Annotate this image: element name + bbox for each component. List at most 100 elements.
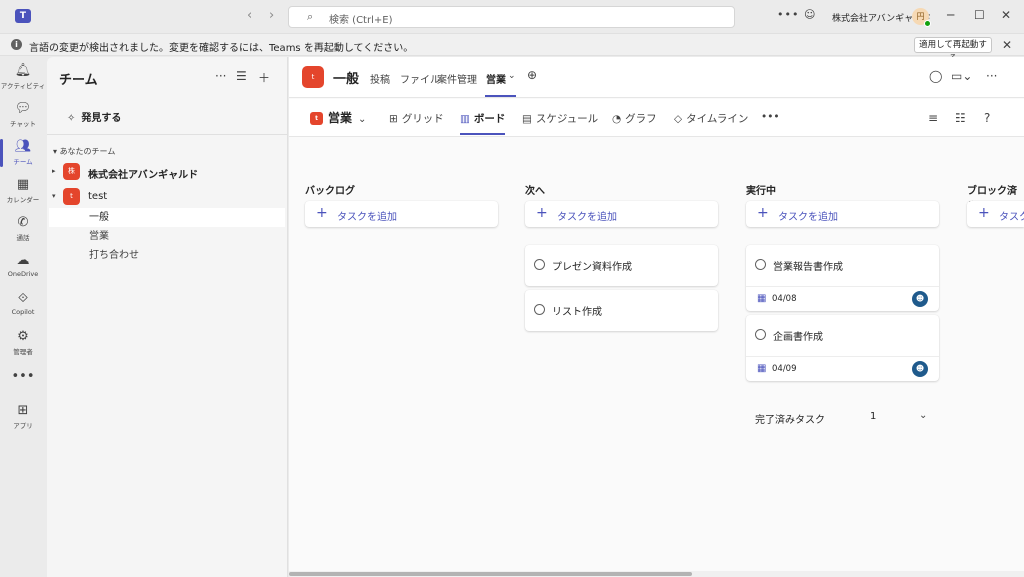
search-box[interactable]: ⌕ 検索 (Ctrl+E) [288,6,735,28]
column-title-backlog: バックログ [305,186,355,197]
dismiss-icon[interactable]: ✕ [1002,38,1012,52]
column-title-next: 次へ [525,186,545,197]
planner-toolbar: t 営業 ⌄ ⊞ グリッド ▥ ボード ▤ スケジュール ◔ グラフ ◇ タイムライン •••… [289,99,1024,137]
channel-item-meeting[interactable]: 打ち合わせ [49,246,285,265]
task-title: 営業報告書作成 [773,262,843,273]
info-icon: i [11,39,22,50]
close-icon[interactable]: ✕ [1001,8,1011,22]
view-board[interactable]: ▥ ボード [460,111,505,126]
add-task-button[interactable]: + タスクを追加 [525,201,718,227]
complete-checkbox[interactable] [534,304,545,315]
tab-posts[interactable]: 投稿 [370,71,390,86]
notification-bar: i 言語の変更が検出されました。変更を確認するには、Teams を再起動してくだ… [0,33,1024,64]
teams-icon: 👥︎ [14,139,32,154]
restart-button[interactable]: 適用して再起動する [914,37,992,64]
conversation-icon[interactable]: ◯ [929,69,942,83]
teams-logo-icon: T [15,9,31,23]
group-by-icon[interactable]: ☷ [955,111,966,125]
task-card[interactable]: リスト作成 [525,290,718,331]
view-label: グラフ [625,113,657,125]
notification-message: 言語の変更が検出されました。変更を確認するには、Teams を再起動してください… [29,43,414,54]
plus-icon: + [978,205,990,221]
more-views-icon[interactable]: ••• [761,111,780,123]
view-schedule[interactable]: ▤ スケジュール [522,111,598,126]
task-card[interactable]: 営業報告書作成 ▦ 04/08 ☻ [746,245,939,311]
task-title: 企画書作成 [773,332,823,343]
horizontal-scrollbar[interactable] [289,571,1024,577]
team-avatar: t [302,66,324,88]
plan-selector[interactable]: t 営業 ⌄ [310,109,366,126]
team-item[interactable]: ▾ t test [52,187,287,207]
tab-sales[interactable]: 営業 [486,71,506,86]
channel-item-sales[interactable]: 営業 [49,227,285,246]
filter-icon[interactable]: ≡ [928,111,938,125]
phone-icon: ✆ [17,215,29,230]
plan-avatar: t [310,112,323,125]
chart-icon: ◔ [612,113,622,125]
filter-icon[interactable]: ☰ [236,69,247,83]
app-rail: 🔔︎ アクティビティ 💬︎ チャット 👥︎ チーム ▦ カレンダー ✆ 通話 ☁ OneDr… [0,57,46,577]
rail-item-onedrive[interactable]: ☁ OneDrive [0,251,46,287]
scroll-thumb[interactable] [289,572,692,576]
people-icon[interactable]: ☺ [804,8,815,21]
view-timeline[interactable]: ◇ タイムライン [674,111,748,126]
team-item[interactable]: ▸ 株 株式会社アバンギャルド [52,162,287,182]
add-task-button[interactable]: + タスクを追加 [305,201,498,227]
more-options-icon[interactable]: ··· [215,69,226,83]
rail-label: 通話 [16,234,30,242]
rail-label: カレンダー [6,196,40,204]
rail-item-admin[interactable]: ⚙ 管理者 [0,327,46,363]
rail-item-activity[interactable]: 🔔︎ アクティビティ [0,61,46,97]
settings-more-icon[interactable]: ••• [777,8,799,21]
rail-item-chat[interactable]: 💬︎ チャット [0,99,46,135]
team-name: 株式会社アバンギャルド [88,170,199,181]
rail-item-more[interactable]: ••• [0,367,46,403]
tab-project[interactable]: 案件管理 [437,71,477,86]
meet-video-icon[interactable]: ▭⌄ [951,69,972,83]
rail-label: OneDrive [7,270,39,278]
add-icon[interactable]: ＋ [258,69,270,86]
completed-tasks-toggle[interactable]: 完了済みタスク 1 ⌄ [755,410,935,426]
forward-arrow-icon[interactable]: › [269,8,274,23]
help-icon[interactable]: ? [984,111,990,125]
rail-item-apps[interactable]: ⊞ アプリ [0,401,46,437]
discover-link[interactable]: ✧ 発見する [67,109,121,124]
complete-checkbox[interactable] [755,259,766,270]
rail-item-copilot[interactable]: ⟐ Copilot [0,289,46,325]
tab-files[interactable]: ファイル [400,71,440,86]
add-task-button[interactable]: + タスクを追加 [746,201,939,227]
add-task-label: タスクを追加 [337,212,397,223]
search-icon: ⌕ [307,10,314,23]
view-chart[interactable]: ◔ グラフ [612,111,657,126]
assignee-avatar[interactable]: ☻ [912,361,928,377]
channel-item-general[interactable]: 一般 [49,208,285,227]
add-task-button[interactable]: + タスクを追加 [967,201,1024,227]
active-view-indicator [460,133,505,135]
task-card[interactable]: 企画書作成 ▦ 04/09 ☻ [746,315,939,381]
apps-icon: ⊞ [17,403,29,418]
task-card[interactable]: プレゼン資料作成 [525,245,718,286]
add-tab-icon[interactable]: ⊕ [527,68,537,82]
rail-item-teams[interactable]: 👥︎ チーム [0,137,46,173]
back-arrow-icon[interactable]: ‹ [247,8,252,23]
view-grid[interactable]: ⊞ グリッド [389,111,444,126]
more-options-icon[interactable]: ··· [986,69,997,83]
assignee-avatar[interactable]: ☻ [912,291,928,307]
user-avatar[interactable]: 円 [912,8,931,27]
chevron-down-icon: ⌄ [358,114,367,125]
complete-checkbox[interactable] [755,329,766,340]
column-title-in-progress: 実行中 [746,186,776,197]
chevron-down-icon[interactable]: ⌄ [508,71,516,81]
chevron-right-icon: ▸ [52,167,56,175]
rail-item-calendar[interactable]: ▦ カレンダー [0,175,46,211]
complete-checkbox[interactable] [534,259,545,270]
board-icon: ▥ [460,113,470,125]
channel-header: t 一般 投稿 ファイル 案件管理 営業 ⌄ ⊕ ◯ ▭⌄ ··· [289,57,1024,98]
minimize-icon[interactable]: ─ [947,8,954,22]
calendar-icon: ▦ [757,363,767,374]
your-teams-header[interactable]: ▾ あなたのチーム [53,146,115,157]
copilot-icon: ⟐ [17,291,29,306]
maximize-icon[interactable]: ☐ [974,8,985,22]
plus-icon: + [757,205,769,221]
rail-item-calls[interactable]: ✆ 通話 [0,213,46,249]
